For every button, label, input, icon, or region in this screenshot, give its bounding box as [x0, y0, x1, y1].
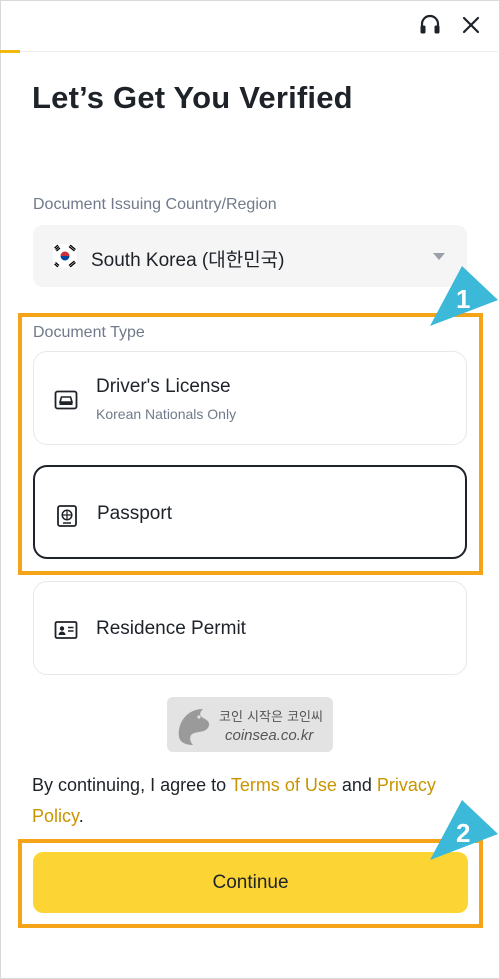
south-korea-flag-icon: [53, 244, 77, 268]
annotation-highlight-box: [18, 839, 483, 928]
country-select-value: South Korea (대한민국): [91, 250, 285, 271]
watermark: 코인 시작은 코인씨 coinsea.co.kr: [167, 697, 333, 752]
consent-suffix: .: [78, 806, 84, 826]
watermark-url: coinsea.co.kr: [225, 727, 314, 744]
dolphin-logo: [178, 709, 210, 745]
callout-arrow-1: 1: [430, 266, 498, 326]
callout-arrow-2: 2: [430, 800, 498, 860]
progress-bar: [0, 50, 20, 53]
id-card-icon: [54, 620, 78, 640]
country-select[interactable]: South Korea (대한민국): [33, 225, 467, 287]
headset-icon[interactable]: [417, 12, 443, 38]
top-bar: [0, 0, 500, 50]
option-residence-permit[interactable]: Residence Permit: [33, 581, 467, 675]
consent-text: By continuing, I agree to Terms of Use a…: [32, 770, 472, 832]
annotation-highlight-box: [18, 313, 483, 575]
consent-prefix: By continuing, I agree to: [32, 775, 231, 795]
callout-number-1: 1: [456, 284, 470, 314]
close-icon[interactable]: [458, 12, 484, 38]
top-divider: [20, 51, 498, 52]
consent-middle: and: [336, 775, 377, 795]
page-title: Let’s Get You Verified: [32, 80, 353, 115]
caret-down-icon: [433, 253, 445, 260]
terms-of-use-link[interactable]: Terms of Use: [231, 775, 337, 795]
watermark-tagline: 코인 시작은 코인씨: [219, 710, 323, 725]
callout-number-2: 2: [456, 818, 470, 848]
option-name: Residence Permit: [96, 618, 246, 639]
country-label: Document Issuing Country/Region: [33, 196, 277, 213]
